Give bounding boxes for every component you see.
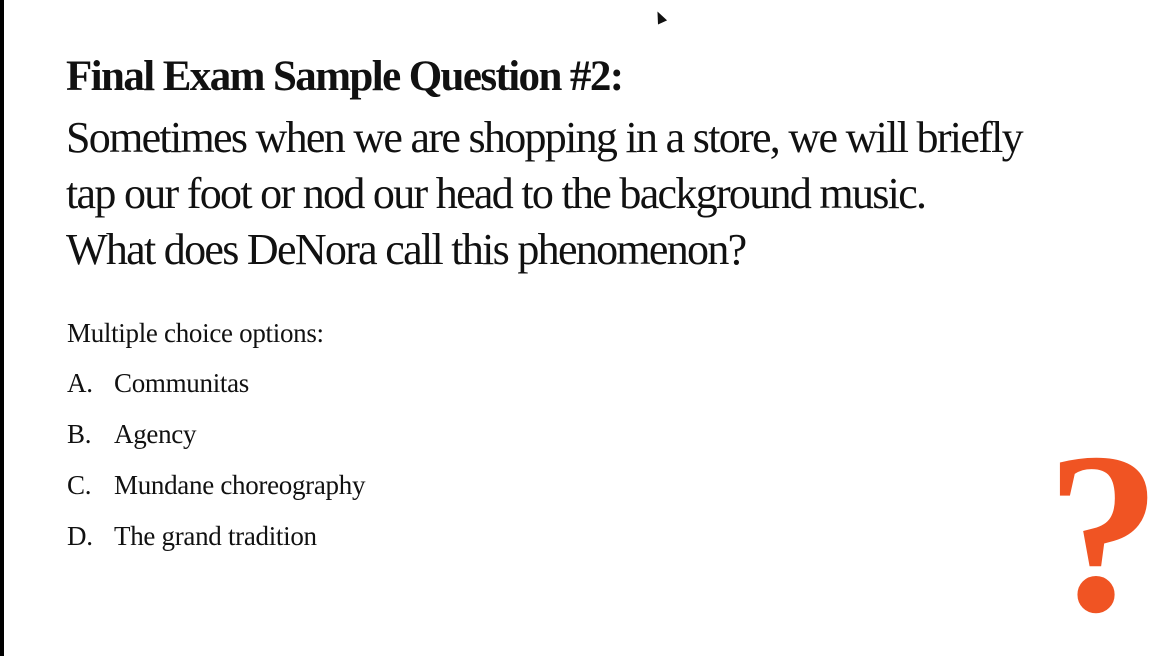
question-text: Sometimes when we are shopping in a stor… [66,110,1146,278]
question-line: Sometimes when we are shopping in a stor… [66,113,1024,162]
option-letter: B. [67,419,92,449]
option-letter: C. [67,470,92,500]
option-c: C. Mundane choreography [67,470,365,521]
question-line: tap our foot or nod our head to the back… [66,169,927,218]
window-edge [0,0,4,656]
option-text: Agency [114,419,197,449]
options-list: A. Communitas B. Agency C. Mundane choreogr… [67,368,365,572]
option-a: A. Communitas [67,368,365,419]
option-d: D. The grand tradition [67,521,365,572]
option-b: B. Agency [67,419,365,470]
question-line: What does DeNora call this phenomenon? [66,225,747,274]
mouse-cursor-icon [652,9,668,25]
question-mark-icon: ? [1046,405,1160,660]
option-letter: A. [67,368,93,398]
slide-title: Final Exam Sample Question #2: [66,53,624,100]
option-text: The grand tradition [114,521,317,551]
option-letter: D. [67,521,93,551]
options-label: Multiple choice options: [67,318,324,348]
option-text: Mundane choreography [114,470,366,500]
option-text: Communitas [114,368,250,398]
